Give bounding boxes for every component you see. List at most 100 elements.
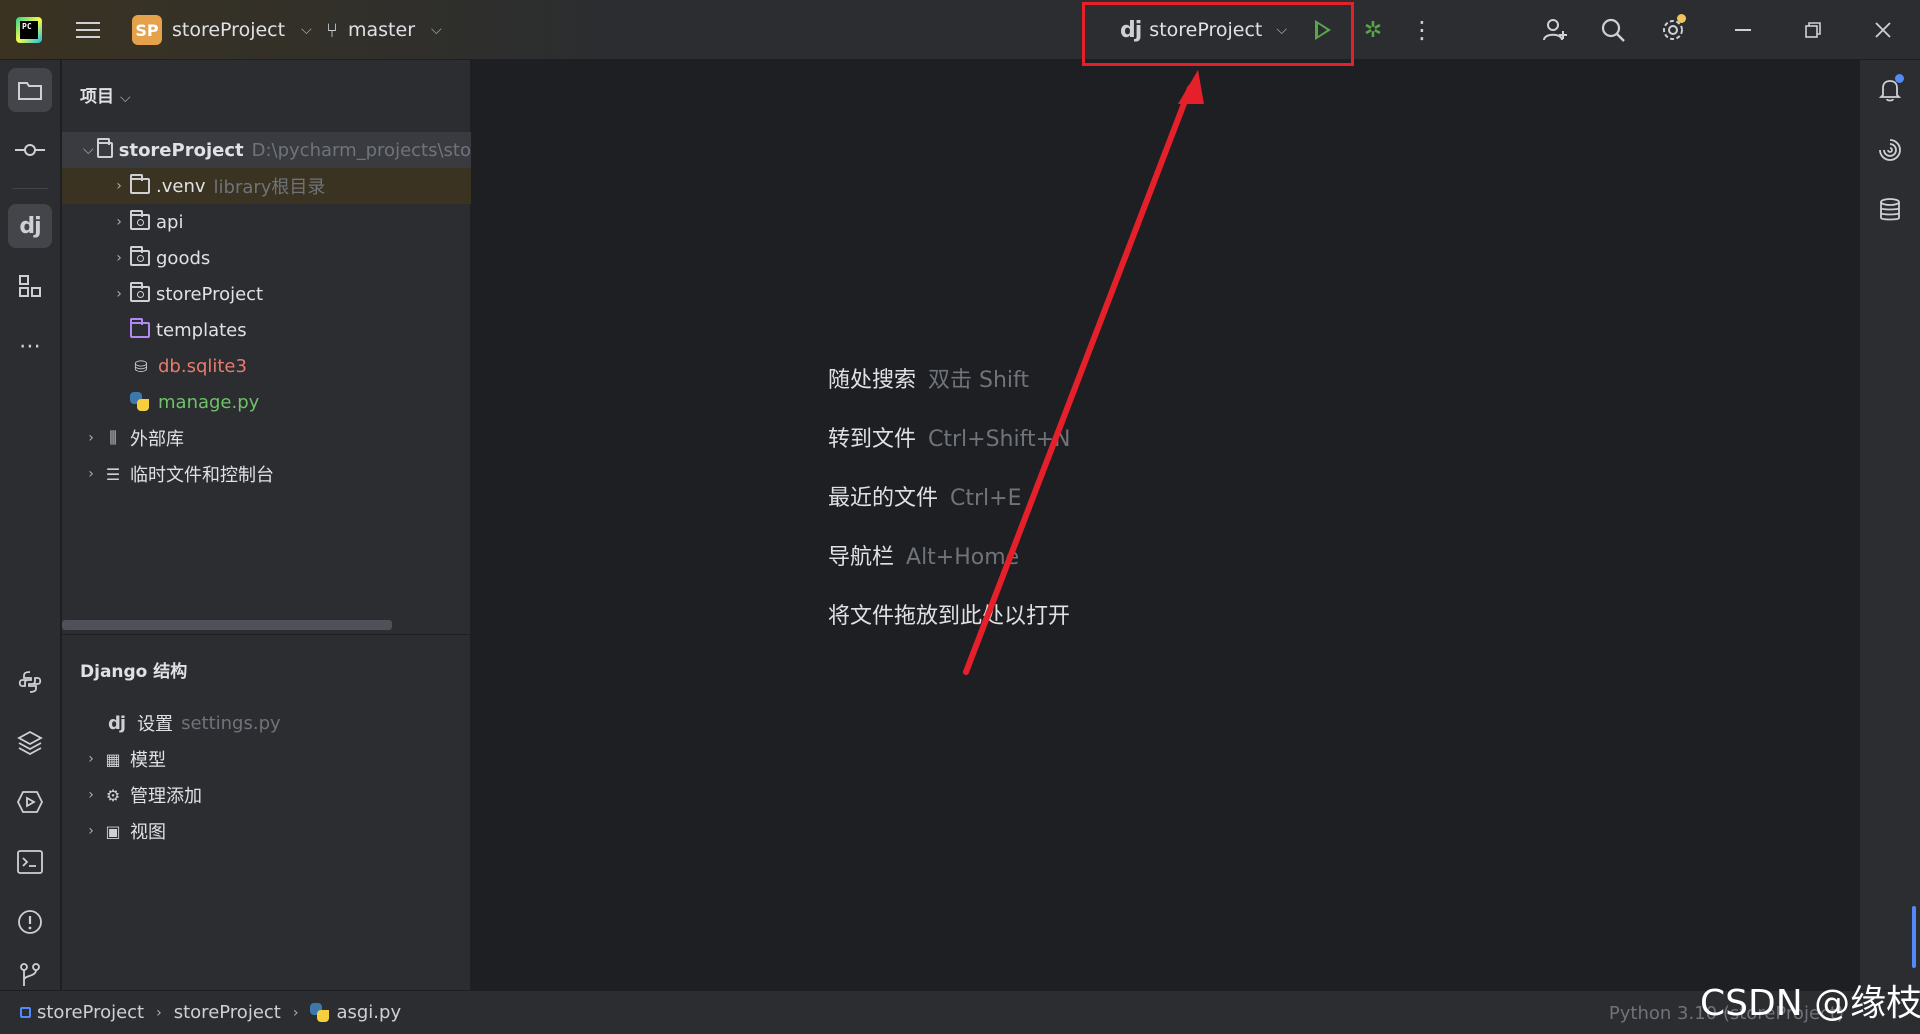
tree-item-storeproject[interactable]: › storeProject <box>62 276 471 312</box>
breadcrumb-item[interactable]: storeProject <box>37 1002 144 1023</box>
update-dot <box>1677 14 1686 23</box>
python-console-tool-button[interactable] <box>8 660 52 704</box>
problems-tool-button[interactable] <box>8 900 52 944</box>
chevron-right-icon: › <box>88 787 94 803</box>
django-models-item[interactable]: › ▦ 模型 <box>62 741 471 777</box>
ai-assistant-icon <box>1879 139 1901 161</box>
django-icon: dj <box>1120 17 1142 43</box>
chevron-right-icon: › <box>88 466 94 482</box>
git-tool-button[interactable] <box>8 960 52 990</box>
horizontal-scrollbar[interactable] <box>62 620 392 630</box>
chevron-right-icon: › <box>116 286 122 302</box>
restore-icon <box>1805 22 1821 38</box>
app-logo[interactable]: PC <box>16 0 46 60</box>
tree-item-db-sqlite3[interactable]: ⛁ db.sqlite3 <box>62 348 471 384</box>
tree-item-scratches[interactable]: › ☰ 临时文件和控制台 <box>62 456 471 492</box>
django-icon: dj <box>19 213 41 239</box>
play-icon <box>1315 20 1331 40</box>
project-panel-title[interactable]: 项目 ⌵ <box>80 82 131 107</box>
project-name: storeProject <box>172 19 286 41</box>
debug-button[interactable]: ✲ <box>1358 0 1388 60</box>
django-views-item[interactable]: › ▣ 视图 <box>62 813 471 849</box>
structure-icon <box>19 275 41 297</box>
package-folder-icon <box>130 282 150 302</box>
chevron-down-icon: ⌵ <box>120 90 131 106</box>
hint-navigation-bar: 导航栏 Alt+Home <box>828 545 1020 570</box>
vertical-scrollbar[interactable] <box>1912 906 1916 968</box>
main-menu-button[interactable] <box>74 0 102 60</box>
python-console-icon <box>18 671 42 693</box>
gear-icon: ⚙ <box>105 785 121 805</box>
tree-item-external-libraries[interactable]: › ⫼ 外部库 <box>62 420 471 456</box>
project-selector[interactable]: SP storeProject ⌵ <box>132 0 312 60</box>
terminal-icon <box>17 850 43 874</box>
django-tool-button[interactable]: dj <box>8 204 52 248</box>
project-badge: SP <box>132 15 162 45</box>
django-icon: dj <box>108 712 126 734</box>
tree-item-api[interactable]: › api <box>62 204 471 240</box>
run-config-name: storeProject <box>1149 19 1263 41</box>
package-folder-icon <box>130 246 150 266</box>
title-bar: PC SP storeProject ⌵ ⑂ master ⌵ dj store… <box>0 0 1920 60</box>
status-bar: storeProject › storeProject › asgi.py Py… <box>0 990 1920 1034</box>
chevron-right-icon: › <box>116 250 122 266</box>
tree-root-storeproject[interactable]: ⌵ storeProject D:\pycharm_projects\sto <box>62 132 471 168</box>
branch-selector[interactable]: ⑂ master ⌵ <box>326 0 442 60</box>
scratches-icon: ☰ <box>105 464 121 484</box>
settings-button[interactable] <box>1656 0 1690 60</box>
run-button[interactable] <box>1308 0 1338 60</box>
database-icon: ⛁ <box>134 356 148 376</box>
structure-tool-button[interactable] <box>8 264 52 308</box>
database-tool-button[interactable] <box>1870 190 1910 230</box>
folder-icon <box>130 174 150 194</box>
terminal-tool-button[interactable] <box>8 840 52 884</box>
chevron-right-icon: › <box>88 823 94 839</box>
chevron-right-icon: › <box>292 1004 299 1021</box>
search-icon <box>1601 18 1625 42</box>
notification-dot <box>1895 74 1904 83</box>
django-admin-item[interactable]: › ⚙ 管理添加 <box>62 777 471 813</box>
python-file-icon <box>310 1002 330 1023</box>
tree-item-goods[interactable]: › goods <box>62 240 471 276</box>
search-everywhere-button[interactable] <box>1596 0 1630 60</box>
image-icon: ▣ <box>105 821 121 841</box>
tree-item-manage-py[interactable]: manage.py <box>62 384 471 420</box>
close-button[interactable] <box>1866 0 1900 60</box>
tree-item-templates[interactable]: templates <box>62 312 471 348</box>
breadcrumb-item[interactable]: asgi.py <box>336 1002 401 1023</box>
editor-empty-state[interactable]: 随处搜索 双击 Shift 转到文件 Ctrl+Shift+N 最近的文件 Ctrl+… <box>472 60 1858 990</box>
minimize-icon <box>1735 29 1751 31</box>
chevron-right-icon: › <box>116 214 122 230</box>
breadcrumb: storeProject › storeProject › asgi.py <box>0 1002 401 1023</box>
services-icon <box>17 791 43 813</box>
hint-recent-files: 最近的文件 Ctrl+E <box>828 486 1022 511</box>
run-config-selector[interactable]: dj storeProject ⌵ <box>1120 0 1287 60</box>
ai-assistant-button[interactable] <box>1870 130 1910 170</box>
git-icon <box>20 963 40 986</box>
layers-tool-button[interactable] <box>8 720 52 764</box>
bug-icon: ✲ <box>1363 17 1383 43</box>
chevron-right-icon: › <box>116 178 122 194</box>
left-tool-strip: dj ⋯ <box>0 60 61 990</box>
folder-icon <box>96 138 113 158</box>
commit-tool-button[interactable] <box>8 128 52 172</box>
project-tool-button[interactable] <box>8 68 52 112</box>
table-icon: ▦ <box>105 749 121 769</box>
minimize-button[interactable] <box>1726 0 1760 60</box>
notifications-button[interactable] <box>1870 70 1910 110</box>
hamburger-icon <box>76 22 100 24</box>
python-file-icon <box>130 392 150 412</box>
database-icon <box>1880 198 1900 221</box>
commit-icon <box>15 144 45 156</box>
restore-button[interactable] <box>1796 0 1830 60</box>
chevron-down-icon: ⌵ <box>301 22 312 38</box>
close-icon <box>1875 22 1891 38</box>
tree-item-venv[interactable]: › .venv library根目录 <box>62 168 471 204</box>
more-actions-button[interactable]: ⋮ <box>1410 0 1434 60</box>
csdn-watermark: CSDN @缘枝 <box>1700 983 1920 1024</box>
breadcrumb-item[interactable]: storeProject <box>174 1002 281 1023</box>
services-tool-button[interactable] <box>8 780 52 824</box>
more-tools-button[interactable]: ⋯ <box>8 324 52 368</box>
code-with-me-button[interactable] <box>1538 0 1572 60</box>
django-settings-item[interactable]: dj 设置 settings.py <box>62 705 471 741</box>
